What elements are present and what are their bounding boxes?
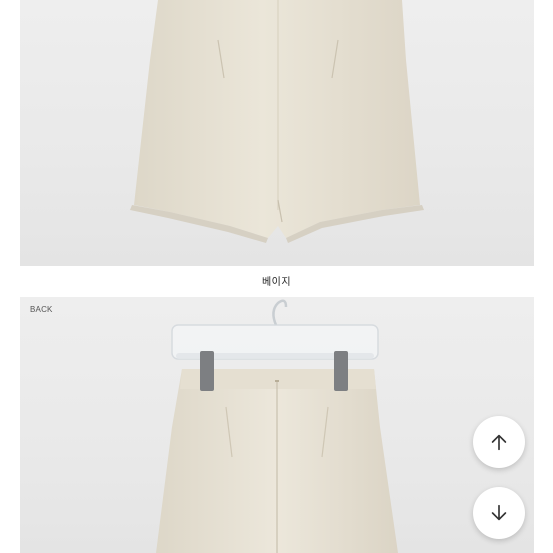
- product-photo-front: [20, 0, 534, 266]
- scroll-top-button[interactable]: [473, 416, 525, 468]
- scroll-bottom-button[interactable]: [473, 487, 525, 539]
- color-caption: 베이지: [261, 277, 292, 288]
- arrow-up-icon: [491, 434, 507, 451]
- arrow-down-icon: [491, 504, 507, 521]
- shorts-back-image: [156, 299, 398, 553]
- product-photo-back: BACK: [20, 297, 534, 553]
- back-label: BACK: [30, 305, 53, 314]
- shorts-front-image: [130, 0, 424, 243]
